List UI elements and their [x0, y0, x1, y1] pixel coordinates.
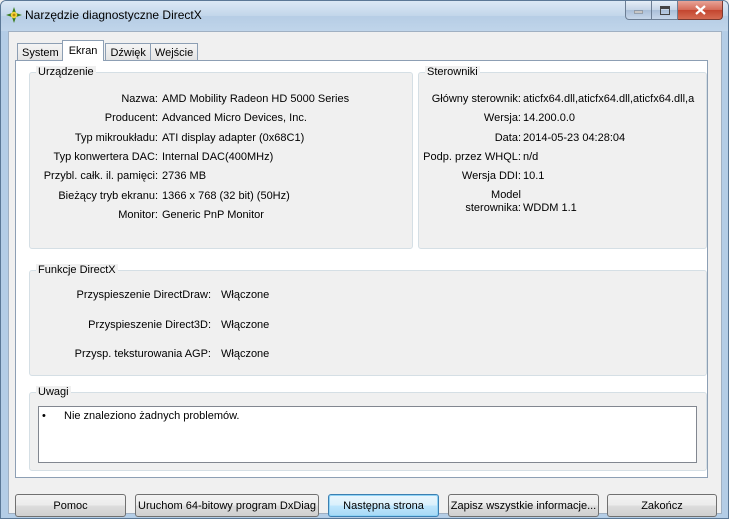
- drivers-model-label-line1: Model: [491, 189, 521, 201]
- drivers-model-value: WDDM 1.1: [523, 202, 577, 214]
- note-text: Nie znaleziono żadnych problemów.: [64, 410, 240, 422]
- maximize-icon: [659, 5, 670, 15]
- directdraw-value: Włączone: [221, 289, 270, 301]
- next-page-button[interactable]: Następna strona: [328, 494, 439, 517]
- device-chip-label: Typ mikroukładu:: [74, 132, 158, 144]
- close-icon: [694, 5, 706, 15]
- device-group-title: Urządzenie: [36, 66, 96, 79]
- tab-system[interactable]: System: [17, 43, 64, 61]
- device-manufacturer-label: Producent:: [104, 112, 158, 124]
- drivers-row-model: Model sterownika: WDDM 1.1: [419, 189, 708, 217]
- directx-features-group: Funkcje DirectX Przyspieszenie DirectDra…: [29, 264, 707, 376]
- client-area: System Ekran Dźwięk Wejście Urządzenie N…: [8, 31, 722, 514]
- device-display-mode-value: 1366 x 768 (32 bit) (50Hz): [162, 190, 290, 202]
- directx-features-title: Funkcje DirectX: [36, 264, 118, 277]
- title-bar[interactable]: Narzędzie diagnostyczne DirectX: [1, 1, 728, 31]
- close-button[interactable]: [678, 1, 723, 20]
- drivers-main-label: Główny sterownik:: [431, 93, 521, 105]
- directdraw-label: Przyspieszenie DirectDraw:: [76, 289, 211, 301]
- directx-icon: [6, 7, 22, 23]
- device-name-label: Nazwa:: [121, 93, 158, 105]
- device-name-value: AMD Mobility Radeon HD 5000 Series: [162, 93, 350, 105]
- window-title: Narzędzie diagnostyczne DirectX: [25, 8, 202, 22]
- exit-button[interactable]: Zakończ: [607, 494, 717, 517]
- list-item: • Nie znaleziono żadnych problemów.: [42, 410, 240, 423]
- device-monitor-value: Generic PnP Monitor: [162, 209, 264, 221]
- drivers-date-value: 2014-05-23 04:28:04: [523, 132, 626, 144]
- drivers-model-label-line2: sterownika:: [465, 202, 521, 214]
- agp-value: Włączone: [221, 348, 270, 360]
- device-dac-value: Internal DAC(400MHz): [162, 151, 274, 163]
- minimize-icon: [634, 10, 643, 14]
- dxdiag-window: Narzędzie diagnostyczne DirectX System E…: [0, 0, 729, 519]
- tab-strip: System Ekran Dźwięk Wejście: [17, 40, 199, 61]
- minimize-button[interactable]: [625, 1, 652, 20]
- drivers-group-title: Sterowniki: [425, 66, 480, 79]
- drivers-version-label: Wersja:: [483, 112, 521, 124]
- device-monitor-label: Monitor:: [118, 209, 158, 221]
- device-display-mode-label: Bieżący tryb ekranu:: [58, 190, 158, 202]
- tab-wejscie[interactable]: Wejście: [149, 43, 199, 61]
- device-memory-label: Przybl. całk. il. pamięci:: [43, 170, 158, 182]
- drivers-whql-label: Podp. przez WHQL:: [423, 151, 521, 163]
- notes-group: Uwagi • Nie znaleziono żadnych problemów…: [29, 386, 707, 471]
- device-manufacturer-value: Advanced Micro Devices, Inc.: [162, 112, 307, 124]
- agp-label: Przysp. teksturowania AGP:: [74, 348, 211, 360]
- run-64bit-dxdiag-button[interactable]: Uruchom 64-bitowy program DxDiag: [135, 494, 319, 517]
- notes-group-title: Uwagi: [36, 386, 71, 399]
- drivers-ddi-value: 10.1: [523, 170, 545, 182]
- device-group: Urządzenie Nazwa: AMD Mobility Radeon HD…: [29, 66, 413, 249]
- drivers-whql-value: n/d: [523, 151, 539, 163]
- direct3d-label: Przyspieszenie Direct3D:: [88, 319, 211, 331]
- bullet-icon: •: [42, 410, 46, 422]
- tab-ekran[interactable]: Ekran: [61, 40, 105, 61]
- direct3d-value: Włączone: [221, 319, 270, 331]
- drivers-main-value: aticfx64.dll,aticfx64.dll,aticfx64.dll,a: [523, 93, 695, 105]
- device-chip-value: ATI display adapter (0x68C1): [162, 132, 305, 144]
- device-dac-label: Typ konwertera DAC:: [53, 151, 158, 163]
- drivers-date-label: Data:: [494, 132, 521, 144]
- notes-list[interactable]: • Nie znaleziono żadnych problemów.: [38, 406, 697, 463]
- save-all-info-button[interactable]: Zapisz wszystkie informacje...: [448, 494, 599, 517]
- help-button[interactable]: Pomoc: [15, 494, 126, 517]
- drivers-group: Sterowniki Główny sterownik: aticfx64.dl…: [418, 66, 708, 249]
- tab-panel-ekran: Urządzenie Nazwa: AMD Mobility Radeon HD…: [15, 60, 708, 478]
- maximize-button[interactable]: [652, 1, 678, 20]
- tab-dzwiek[interactable]: Dźwięk: [105, 43, 151, 61]
- drivers-ddi-label: Wersja DDI:: [461, 170, 521, 182]
- drivers-version-value: 14.200.0.0: [523, 112, 575, 124]
- device-memory-value: 2736 MB: [162, 170, 207, 182]
